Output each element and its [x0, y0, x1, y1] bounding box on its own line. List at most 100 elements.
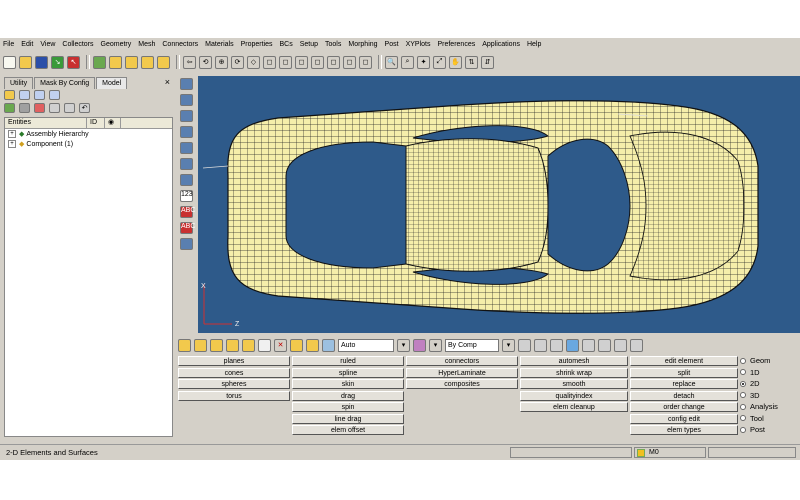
isolate-icon[interactable]	[34, 103, 45, 113]
dropdown-arrow-icon[interactable]: ▾	[397, 338, 410, 352]
spheres-button[interactable]: spheres	[178, 379, 290, 389]
fit-icon[interactable]: ⤢	[433, 55, 446, 69]
view-iso-icon[interactable]: ◇	[247, 55, 260, 69]
rotate-icon[interactable]: ⟲	[199, 55, 212, 69]
iso-icon[interactable]	[614, 338, 627, 352]
folder-export-icon[interactable]	[141, 55, 154, 69]
element-view-icon[interactable]	[534, 338, 547, 352]
wireframe-icon[interactable]	[180, 94, 193, 106]
folder-save-icon[interactable]	[157, 55, 170, 69]
view-back-icon[interactable]: ◻	[311, 55, 324, 69]
radio-dot[interactable]	[740, 369, 746, 376]
menu-help[interactable]: Help	[527, 41, 541, 48]
radio-analysis[interactable]: Analysis	[740, 401, 800, 413]
clip-icon[interactable]	[630, 338, 643, 352]
surface-icon[interactable]	[566, 338, 579, 352]
skin-button[interactable]: skin	[292, 379, 404, 389]
view-top-icon[interactable]: ◻	[263, 55, 276, 69]
cursor-icon[interactable]	[64, 103, 75, 113]
connectors-button[interactable]: connectors	[406, 356, 518, 366]
filter-icon[interactable]	[49, 90, 60, 100]
pan-left-icon[interactable]: ⇦	[183, 55, 196, 69]
import-arrow-icon[interactable]: ↘	[51, 55, 64, 69]
menu-preferences[interactable]: Preferences	[437, 41, 475, 48]
wire-icon[interactable]	[550, 338, 563, 352]
user-icon[interactable]	[93, 55, 106, 69]
order-change-button[interactable]: order change	[630, 402, 738, 412]
spin-button[interactable]: spin	[292, 402, 404, 412]
magnify-icon[interactable]: 🔍	[385, 55, 398, 69]
edit-element-button[interactable]: edit element	[630, 356, 738, 366]
zoom-window-icon[interactable]: ⌕	[401, 55, 414, 69]
menu-view[interactable]: View	[40, 41, 55, 48]
hide-icon[interactable]	[19, 103, 30, 113]
elements-icon[interactable]	[180, 110, 193, 122]
transparent-icon[interactable]	[582, 338, 595, 352]
tree-row-assembly[interactable]: + ◆ Assembly Hierarchy	[5, 129, 172, 139]
systems-icon[interactable]	[258, 338, 271, 352]
auto-color-dropdown[interactable]: Auto	[338, 338, 394, 352]
radio-2d[interactable]: 2D	[740, 378, 800, 390]
radio-post[interactable]: Post	[740, 424, 800, 436]
radio-geom[interactable]: Geom	[740, 355, 800, 367]
close-icon[interactable]: ×	[165, 77, 170, 87]
view-front-icon[interactable]: ◻	[279, 55, 292, 69]
composites-button[interactable]: composites	[406, 379, 518, 389]
rotate-right-icon[interactable]: ⟳	[231, 55, 244, 69]
config-edit-button[interactable]: config edit	[630, 413, 738, 424]
pointer-icon[interactable]	[49, 103, 60, 113]
spline-button[interactable]: spline	[292, 367, 404, 378]
menu-connectors[interactable]: Connectors	[162, 41, 198, 48]
radio-dot[interactable]	[740, 426, 746, 433]
open-folder-icon[interactable]	[19, 55, 32, 69]
folder-open-icon[interactable]	[109, 55, 122, 69]
column-id[interactable]: ID	[87, 118, 105, 128]
ruled-button[interactable]: ruled	[292, 356, 404, 366]
export-arrow-icon[interactable]: ↖	[67, 55, 80, 69]
box-icon[interactable]	[598, 338, 611, 352]
show-icon[interactable]	[4, 103, 15, 113]
tab-mask-by-config[interactable]: Mask By Config	[34, 77, 96, 89]
materials-icon[interactable]	[210, 338, 223, 352]
menu-geometry[interactable]: Geometry	[101, 41, 132, 48]
features-icon[interactable]	[180, 142, 193, 154]
collapse-icon[interactable]	[34, 90, 45, 100]
shaded-icon[interactable]	[180, 78, 193, 90]
tree-row-component[interactable]: + ◆ Component (1)	[5, 139, 172, 149]
component-icon[interactable]	[4, 90, 15, 100]
automesh-button[interactable]: automesh	[520, 356, 628, 366]
color-column-icon[interactable]: ◉	[105, 118, 121, 128]
shading-mode-icon[interactable]	[518, 338, 531, 352]
by-comp-dropdown[interactable]: By Comp	[445, 338, 499, 352]
new-file-icon[interactable]	[3, 55, 16, 69]
detach-button[interactable]: detach	[630, 390, 738, 401]
abc-label-icon[interactable]: ABC	[180, 206, 195, 218]
undo-icon[interactable]: ↶	[79, 103, 90, 113]
expand-plus-icon[interactable]: +	[8, 130, 16, 138]
menu-materials[interactable]: Materials	[205, 41, 233, 48]
elem-types-button[interactable]: elem types	[630, 425, 738, 435]
color-icon[interactable]	[413, 338, 426, 352]
status-model[interactable]: M0	[634, 447, 706, 458]
save-icon[interactable]	[35, 55, 48, 69]
menu-file[interactable]: File	[3, 41, 14, 48]
tab-utility[interactable]: Utility	[4, 77, 34, 89]
menu-collectors[interactable]: Collectors	[62, 41, 93, 48]
menu-bcs[interactable]: BCs	[279, 41, 292, 48]
shrink-wrap-button[interactable]: shrink wrap	[520, 367, 628, 378]
properties-icon[interactable]	[226, 338, 239, 352]
hand-pan-icon[interactable]: ✋	[449, 55, 462, 69]
mesh-lines-icon[interactable]	[180, 126, 193, 138]
assemblies-icon[interactable]	[194, 338, 207, 352]
menu-xyplots[interactable]: XYPlots	[406, 41, 431, 48]
tab-model[interactable]: Model	[96, 77, 128, 89]
radio-3d[interactable]: 3D	[740, 390, 800, 402]
column-entities[interactable]: Entities	[5, 118, 87, 128]
expand-plus-icon[interactable]: +	[8, 140, 16, 148]
cones-button[interactable]: cones	[178, 367, 290, 378]
numbers-icon[interactable]: 123	[180, 190, 193, 202]
menu-setup[interactable]: Setup	[300, 41, 318, 48]
split-button[interactable]: split	[630, 367, 738, 378]
select-icon[interactable]: ✦	[417, 55, 430, 69]
component-collector-icon[interactable]	[178, 338, 191, 352]
